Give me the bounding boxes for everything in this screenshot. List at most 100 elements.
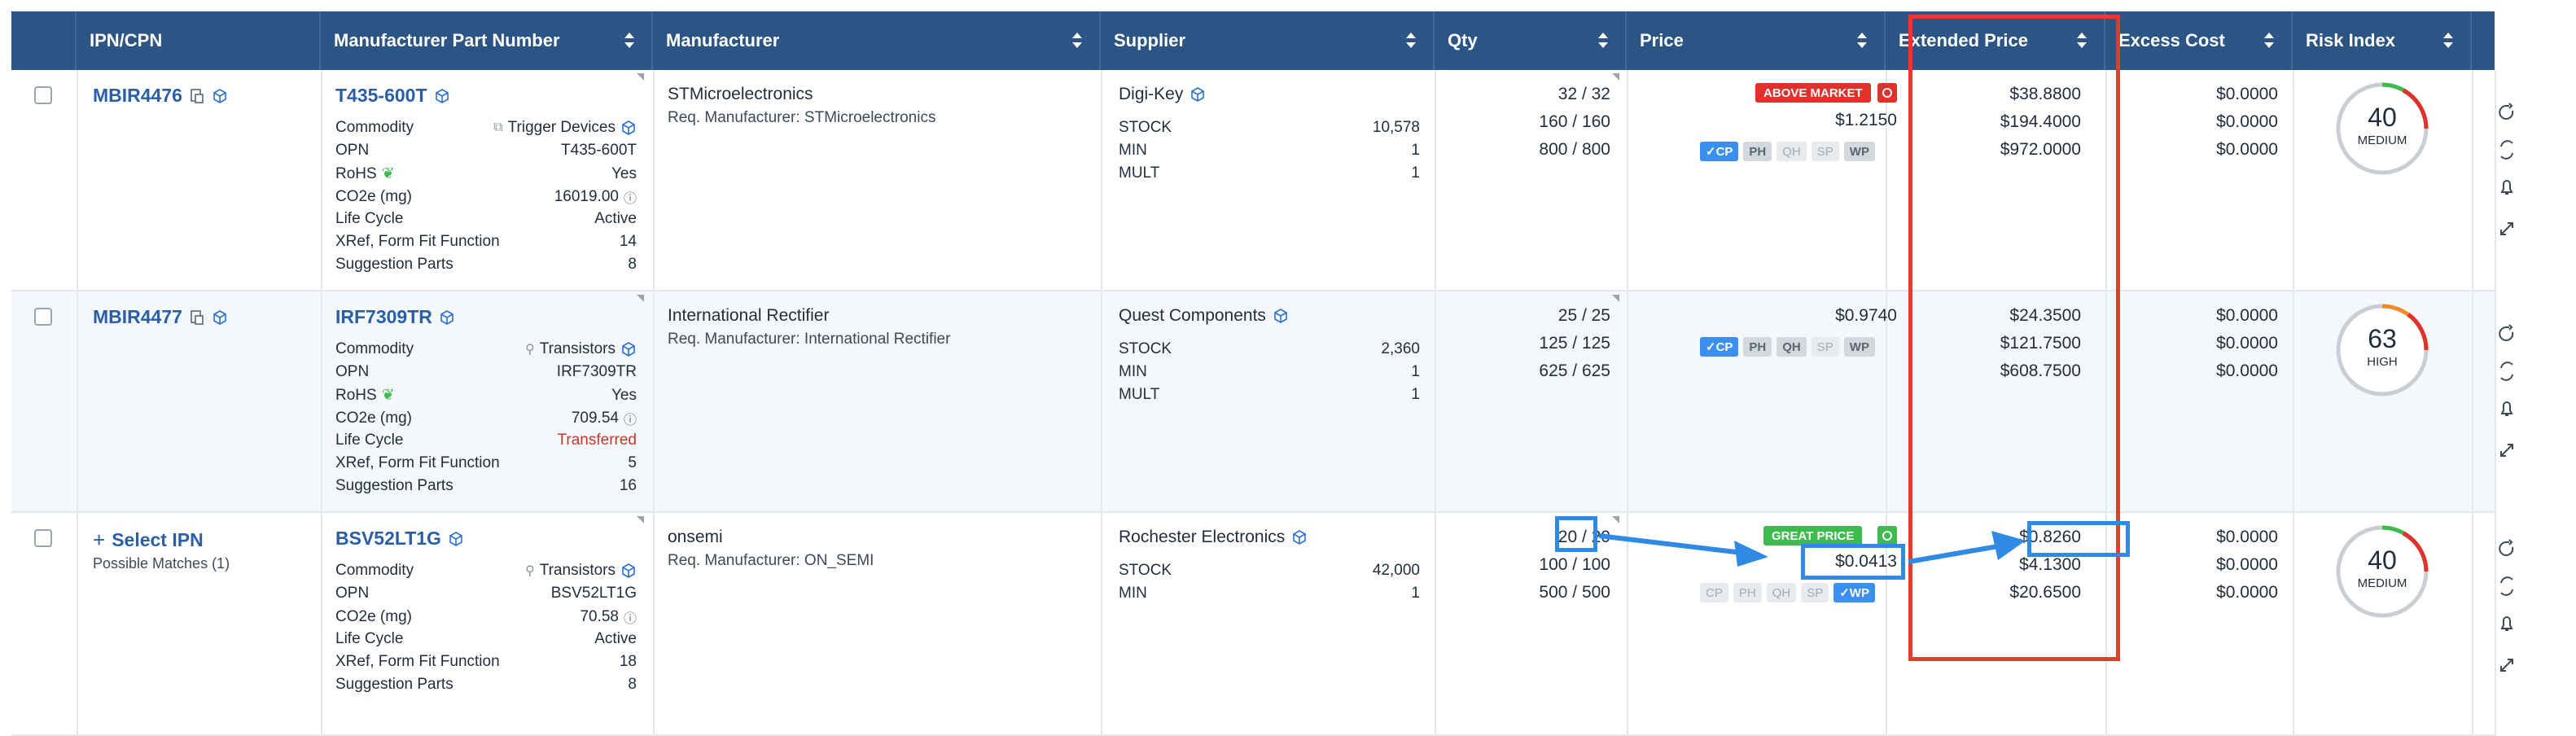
chip-wp[interactable]: ✓ WP (1833, 583, 1875, 602)
refresh-icon[interactable] (2499, 103, 2514, 120)
sort-icon[interactable] (624, 33, 635, 50)
row-checkbox[interactable] (34, 308, 52, 326)
swap-icon[interactable] (2500, 140, 2513, 160)
sort-icon[interactable] (1071, 33, 1083, 50)
chip-qh[interactable]: QH (1776, 337, 1807, 357)
header-ipn[interactable]: IPN/CPN (77, 11, 321, 70)
copy-doc-icon[interactable] (189, 88, 205, 104)
annotation-arrows (1598, 531, 2026, 567)
header-supplier[interactable]: Supplier (1101, 11, 1435, 70)
attr-co2e: CO2e (mg) 16019.00 ⓘ (335, 187, 637, 207)
info-icon[interactable]: ⓘ (624, 409, 637, 428)
req-manufacturer: Req. Manufacturer: International Rectifi… (668, 331, 951, 348)
attr-lifecycle: Life Cycle Active (335, 630, 637, 647)
mpn-link[interactable]: IRF7309TR (335, 306, 432, 328)
sort-icon[interactable] (1856, 33, 1868, 50)
info-icon[interactable]: ⓘ (624, 187, 637, 207)
attr-xref: XRef, Form Fit Function 5 (335, 454, 637, 471)
possible-matches[interactable]: Possible Matches (1) (93, 555, 230, 572)
mpn-link[interactable]: BSV52LT1G (335, 528, 441, 550)
cube-icon[interactable] (212, 309, 228, 326)
sort-icon[interactable] (2442, 33, 2454, 50)
excess-cost-3: $0.0000 (2216, 583, 2278, 602)
cube-icon[interactable] (620, 120, 637, 136)
cube-icon[interactable] (620, 563, 637, 579)
chip-ph[interactable]: PH (1743, 142, 1772, 161)
copy-doc-icon[interactable] (189, 309, 205, 326)
qty-1: 32 / 32 (1557, 85, 1610, 103)
qty-2: 100 / 100 (1539, 555, 1610, 574)
ipn-link[interactable]: MBIR4477 (93, 306, 182, 328)
cube-icon[interactable] (1273, 308, 1289, 324)
cube-icon[interactable] (1189, 86, 1206, 103)
cube-icon[interactable] (439, 309, 455, 326)
chip-wp[interactable]: WP (1843, 337, 1875, 357)
chip-qh[interactable]: QH (1766, 583, 1797, 602)
header-label: Price (1640, 30, 1684, 50)
leaf-icon: ❦ (381, 165, 395, 182)
unit-price: $1.2150 (1835, 111, 1897, 129)
header-manufacturer[interactable]: Manufacturer (653, 11, 1101, 70)
row-actions (2499, 539, 2514, 672)
header-label: Supplier (1114, 30, 1186, 50)
chip-sp[interactable]: SP (1811, 337, 1839, 357)
ipn-link[interactable]: MBIR4476 (93, 85, 182, 107)
select-ipn-link[interactable]: + Select IPN (93, 528, 204, 553)
header-qty[interactable]: Qty (1435, 11, 1627, 70)
chip-cp[interactable]: ✓ CP (1700, 337, 1739, 357)
chip-sp[interactable]: SP (1811, 142, 1839, 161)
excess-cost-2: $0.0000 (2216, 112, 2278, 131)
header-label: IPN/CPN (90, 30, 163, 50)
attr-suggestion-parts: Suggestion Parts 16 (335, 477, 637, 494)
sort-icon[interactable] (1597, 33, 1609, 50)
risk-value: 40 (2368, 545, 2397, 575)
chip-cp[interactable]: CP (1700, 583, 1728, 602)
market-icon[interactable] (1877, 83, 1897, 103)
swap-icon[interactable] (2500, 361, 2513, 381)
excess-cost-1: $0.0000 (2216, 85, 2278, 103)
bell-icon[interactable] (2500, 401, 2513, 416)
header-select[interactable] (11, 11, 77, 70)
sort-icon[interactable] (1405, 33, 1417, 50)
expand-icon[interactable] (2500, 444, 2513, 457)
supplier-name[interactable]: Rochester Electronics (1119, 528, 1308, 547)
ipn-cell: MBIR4476 (93, 85, 228, 107)
header-price[interactable]: Price (1627, 11, 1886, 70)
expand-icon[interactable] (2500, 222, 2513, 235)
header-risk-index[interactable]: Risk Index (2293, 11, 2472, 70)
refresh-icon[interactable] (2499, 539, 2514, 556)
header-excess-cost[interactable]: Excess Cost (2105, 11, 2293, 70)
excess-cost-1: $0.0000 (2216, 528, 2278, 546)
chip-cp[interactable]: ✓ CP (1700, 142, 1739, 161)
chip-ph[interactable]: PH (1733, 583, 1762, 602)
chip-qh[interactable]: QH (1776, 142, 1807, 161)
swap-icon[interactable] (2500, 576, 2513, 596)
price-source-chips: ✓ CP PH QH SP WP (1700, 142, 1875, 161)
info-icon[interactable]: ⓘ (624, 607, 637, 627)
chip-ph[interactable]: PH (1743, 337, 1772, 357)
risk-label: MEDIUM (2357, 134, 2407, 147)
row-checkbox[interactable] (34, 86, 52, 104)
ipn-cell: MBIR4477 (93, 306, 228, 328)
excess-cost-2: $0.0000 (2216, 555, 2278, 574)
refresh-icon[interactable] (2499, 324, 2514, 341)
cube-icon[interactable] (434, 88, 450, 104)
header-mpn[interactable]: Manufacturer Part Number (321, 11, 653, 70)
table-header: IPN/CPN Manufacturer Part Number Manufac… (11, 11, 2495, 70)
chip-sp[interactable]: SP (1801, 583, 1829, 602)
cube-icon[interactable] (212, 88, 228, 104)
header-label: Manufacturer Part Number (334, 30, 560, 50)
supplier-name[interactable]: Digi-Key (1119, 85, 1206, 104)
cube-icon[interactable] (620, 341, 637, 357)
chip-wp[interactable]: WP (1843, 142, 1875, 161)
bell-icon[interactable] (2500, 616, 2513, 631)
row-checkbox[interactable] (34, 529, 52, 547)
bell-icon[interactable] (2500, 180, 2513, 195)
qty-1: 25 / 25 (1557, 306, 1610, 325)
expand-icon[interactable] (2500, 659, 2513, 672)
mpn-link[interactable]: T435-600T (335, 85, 427, 107)
cube-icon[interactable] (448, 531, 464, 547)
sort-icon[interactable] (2263, 33, 2275, 50)
supplier-name[interactable]: Quest Components (1119, 306, 1289, 326)
cube-icon[interactable] (1291, 529, 1308, 545)
